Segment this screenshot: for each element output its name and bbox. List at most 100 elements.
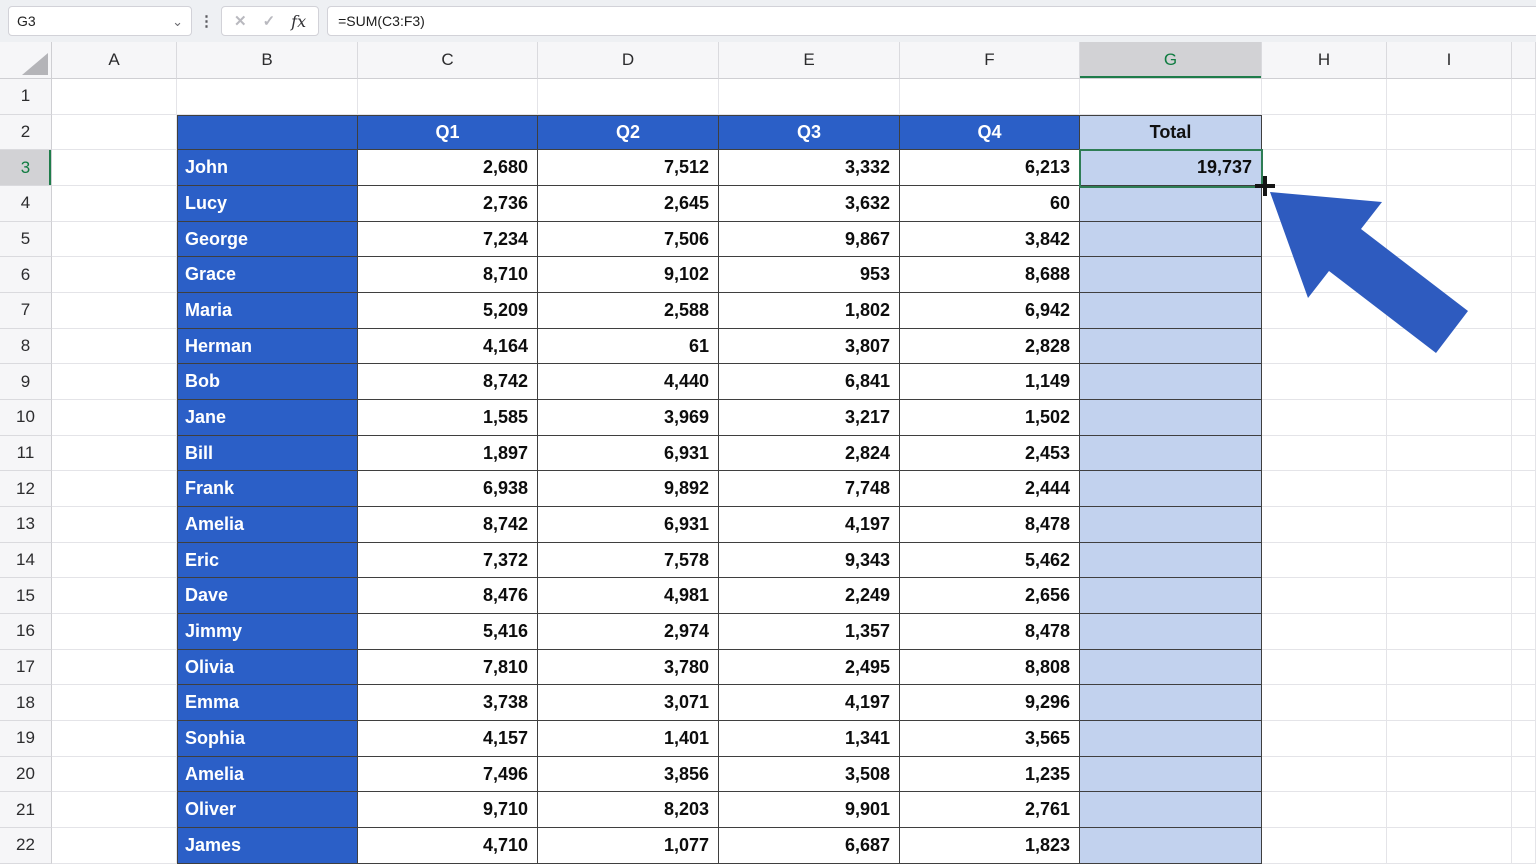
cell-F3[interactable]: 6,213: [900, 150, 1080, 187]
cell-F14[interactable]: 5,462: [900, 542, 1080, 579]
cell-H10[interactable]: [1262, 400, 1387, 436]
cell-B21[interactable]: Oliver: [177, 792, 358, 829]
col-header-partial[interactable]: [1512, 42, 1536, 79]
cell-G22[interactable]: [1080, 828, 1262, 864]
row-header-13[interactable]: 13: [0, 507, 52, 543]
cell-I9[interactable]: [1387, 364, 1512, 401]
cell-A12[interactable]: [52, 471, 177, 508]
cell-B13[interactable]: Amelia: [177, 507, 358, 543]
cell-partial-11[interactable]: [1512, 435, 1536, 472]
cell-partial-4[interactable]: [1512, 186, 1536, 222]
cell-D18[interactable]: 3,071: [538, 685, 719, 722]
cell-E12[interactable]: 7,748: [719, 471, 900, 508]
cell-H9[interactable]: [1262, 364, 1387, 401]
cell-C16[interactable]: 5,416: [358, 614, 538, 650]
cell-F16[interactable]: 8,478: [900, 614, 1080, 650]
row-header-16[interactable]: 16: [0, 614, 52, 650]
cell-partial-15[interactable]: [1512, 578, 1536, 615]
cell-B6[interactable]: Grace: [177, 257, 358, 294]
cell-G3[interactable]: 19,737: [1080, 150, 1262, 187]
cell-B9[interactable]: Bob: [177, 364, 358, 401]
cell-E18[interactable]: 4,197: [719, 685, 900, 722]
cell-A21[interactable]: [52, 792, 177, 829]
cell-B18[interactable]: Emma: [177, 685, 358, 722]
cell-F19[interactable]: 3,565: [900, 721, 1080, 757]
cell-D5[interactable]: 7,506: [538, 221, 719, 258]
cell-H11[interactable]: [1262, 435, 1387, 472]
cell-A20[interactable]: [52, 756, 177, 793]
cell-G18[interactable]: [1080, 685, 1262, 722]
cell-H21[interactable]: [1262, 792, 1387, 829]
cell-F1[interactable]: [900, 79, 1080, 115]
cell-C14[interactable]: 7,372: [358, 542, 538, 579]
cell-C22[interactable]: 4,710: [358, 828, 538, 864]
cell-partial-21[interactable]: [1512, 792, 1536, 829]
cell-I12[interactable]: [1387, 471, 1512, 508]
cell-A16[interactable]: [52, 614, 177, 650]
cell-partial-13[interactable]: [1512, 507, 1536, 543]
cell-C19[interactable]: 4,157: [358, 721, 538, 757]
cell-A5[interactable]: [52, 221, 177, 258]
cell-E16[interactable]: 1,357: [719, 614, 900, 650]
cancel-icon[interactable]: ✕: [234, 12, 247, 30]
cell-A6[interactable]: [52, 257, 177, 294]
cell-H12[interactable]: [1262, 471, 1387, 508]
cell-I19[interactable]: [1387, 721, 1512, 757]
cell-F12[interactable]: 2,444: [900, 471, 1080, 508]
cell-partial-6[interactable]: [1512, 257, 1536, 294]
cell-I13[interactable]: [1387, 507, 1512, 543]
cell-F4[interactable]: 60: [900, 186, 1080, 222]
cell-D9[interactable]: 4,440: [538, 364, 719, 401]
cell-G7[interactable]: [1080, 293, 1262, 329]
cell-partial-2[interactable]: [1512, 114, 1536, 151]
row-header-4[interactable]: 4: [0, 186, 52, 222]
cell-partial-3[interactable]: [1512, 150, 1536, 187]
cell-I14[interactable]: [1387, 542, 1512, 579]
cell-G13[interactable]: [1080, 507, 1262, 543]
row-header-6[interactable]: 6: [0, 257, 52, 294]
cell-H14[interactable]: [1262, 542, 1387, 579]
cell-G12[interactable]: [1080, 471, 1262, 508]
cell-C18[interactable]: 3,738: [358, 685, 538, 722]
cell-partial-5[interactable]: [1512, 221, 1536, 258]
cell-G11[interactable]: [1080, 435, 1262, 472]
cell-D20[interactable]: 3,856: [538, 756, 719, 793]
cell-A14[interactable]: [52, 542, 177, 579]
cell-E15[interactable]: 2,249: [719, 578, 900, 615]
cell-partial-22[interactable]: [1512, 828, 1536, 864]
cell-partial-10[interactable]: [1512, 400, 1536, 436]
cell-H2[interactable]: [1262, 114, 1387, 151]
cell-G16[interactable]: [1080, 614, 1262, 650]
cell-B12[interactable]: Frank: [177, 471, 358, 508]
cell-C15[interactable]: 8,476: [358, 578, 538, 615]
cell-G2[interactable]: Total: [1080, 114, 1262, 151]
cell-G10[interactable]: [1080, 400, 1262, 436]
cell-B14[interactable]: Eric: [177, 542, 358, 579]
cell-C11[interactable]: 1,897: [358, 435, 538, 472]
cell-C13[interactable]: 8,742: [358, 507, 538, 543]
cell-F8[interactable]: 2,828: [900, 328, 1080, 365]
cell-F2[interactable]: Q4: [900, 114, 1080, 151]
cell-G6[interactable]: [1080, 257, 1262, 294]
cell-C6[interactable]: 8,710: [358, 257, 538, 294]
cell-A22[interactable]: [52, 828, 177, 864]
more-options-icon[interactable]: ⋮: [199, 12, 214, 30]
cell-partial-9[interactable]: [1512, 364, 1536, 401]
cell-A1[interactable]: [52, 79, 177, 115]
cell-C10[interactable]: 1,585: [358, 400, 538, 436]
cell-I21[interactable]: [1387, 792, 1512, 829]
cell-G14[interactable]: [1080, 542, 1262, 579]
cell-B11[interactable]: Bill: [177, 435, 358, 472]
cell-G4[interactable]: [1080, 186, 1262, 222]
cell-D8[interactable]: 61: [538, 328, 719, 365]
col-header-I[interactable]: I: [1387, 42, 1512, 79]
row-header-9[interactable]: 9: [0, 364, 52, 401]
cell-H13[interactable]: [1262, 507, 1387, 543]
cell-C2[interactable]: Q1: [358, 114, 538, 151]
enter-icon[interactable]: ✓: [263, 12, 276, 30]
cell-F5[interactable]: 3,842: [900, 221, 1080, 258]
cell-partial-7[interactable]: [1512, 293, 1536, 329]
cell-D7[interactable]: 2,588: [538, 293, 719, 329]
row-header-19[interactable]: 19: [0, 721, 52, 757]
cell-B4[interactable]: Lucy: [177, 186, 358, 222]
